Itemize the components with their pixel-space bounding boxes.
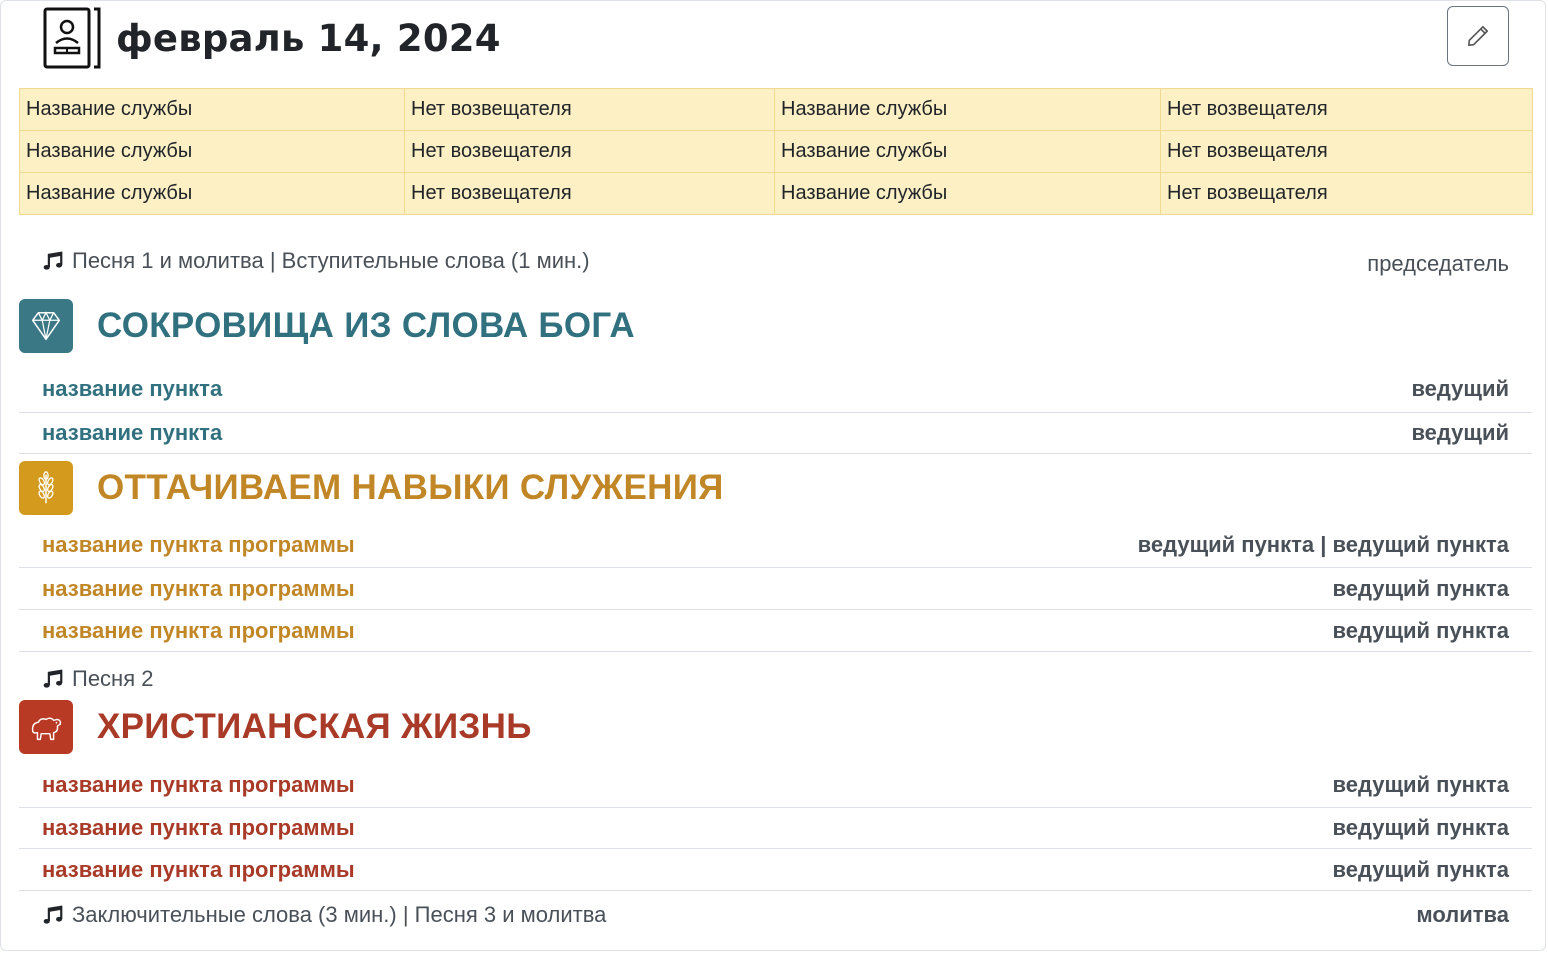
item-name: название пункта программы xyxy=(42,617,355,643)
diamond-icon xyxy=(31,311,61,341)
program-item: название пункта программы ведущий пункта xyxy=(19,568,1532,610)
item-name: название пункта программы xyxy=(42,771,355,797)
bible-reader-icon xyxy=(43,7,101,69)
item-name: название пункта программы xyxy=(42,856,355,882)
section-title: ХРИСТИАНСКАЯ ЖИЗНЬ xyxy=(97,707,532,746)
item-name: название пункта программы xyxy=(42,575,355,601)
table-row: Название службы Нет возвещателя Название… xyxy=(19,130,1533,173)
item-assignee: ведущий xyxy=(1411,376,1509,401)
edit-button[interactable] xyxy=(1447,6,1509,66)
item-assignee: ведущий пункта xyxy=(1332,575,1510,601)
opening-row: Песня 1 и молитва | Вступительные слова … xyxy=(19,240,1532,282)
program-item: название пункта программы ведущий пункта xyxy=(19,849,1532,891)
program-item: название пункта ведущий xyxy=(19,413,1532,454)
program-item: название пункта программы ведущий пункта xyxy=(19,762,1532,808)
item-name: название пункта программы xyxy=(42,815,355,840)
closing-text: Заключительные слова (3 мин.) | Песня 3 … xyxy=(72,902,607,927)
item-assignee: ведущий пункта | ведущий пункта xyxy=(1137,531,1509,557)
table-row: Название службы Нет возвещателя Название… xyxy=(19,172,1533,215)
table-cell: Нет возвещателя xyxy=(404,130,775,173)
table-cell: Нет возвещателя xyxy=(404,172,775,215)
section-title: СОКРОВИЩА ИЗ СЛОВА БОГА xyxy=(97,306,635,345)
table-cell: Название службы xyxy=(19,172,405,215)
table-cell: Название службы xyxy=(774,88,1161,131)
header: февраль 14, 2024 xyxy=(42,6,501,70)
duty-table: Название службы Нет возвещателя Название… xyxy=(19,88,1533,215)
middle-song-row: Песня 2 xyxy=(19,660,1532,698)
section-christian-life: ХРИСТИАНСКАЯ ЖИЗНЬ xyxy=(19,699,532,755)
music-note-icon xyxy=(43,251,63,270)
table-cell: Нет возвещателя xyxy=(404,88,775,131)
program-item: название пункта программы ведущий пункта xyxy=(19,610,1532,652)
table-cell: Нет возвещателя xyxy=(1160,88,1533,131)
table-cell: Нет возвещателя xyxy=(1160,130,1533,173)
section-icon-box xyxy=(19,299,73,353)
middle-song-text: Песня 2 xyxy=(72,666,154,691)
music-note-icon xyxy=(43,669,63,688)
item-assignee: ведущий пункта xyxy=(1332,856,1510,882)
program-item: название пункта ведущий xyxy=(19,366,1532,413)
table-cell: Название службы xyxy=(19,88,405,131)
table-cell: Нет возвещателя xyxy=(1160,172,1533,215)
opening-text: Песня 1 и молитва | Вступительные слова … xyxy=(72,248,590,273)
section-treasures: СОКРОВИЩА ИЗ СЛОВА БОГА xyxy=(19,298,635,354)
table-cell: Название службы xyxy=(774,172,1161,215)
page-title: февраль 14, 2024 xyxy=(116,16,501,60)
section-ministry: ОТТАЧИВАЕМ НАВЫКИ СЛУЖЕНИЯ xyxy=(19,460,724,516)
section-title: ОТТАЧИВАЕМ НАВЫКИ СЛУЖЕНИЯ xyxy=(97,468,724,507)
section-icon-box xyxy=(19,700,73,754)
program-item: название пункта программы ведущий пункта xyxy=(19,808,1532,849)
item-name: название пункта программы xyxy=(42,531,355,557)
item-name: название пункта xyxy=(42,376,223,401)
item-assignee: ведущий пункта xyxy=(1332,771,1510,797)
closing-row: Заключительные слова (3 мин.) | Песня 3 … xyxy=(19,895,1532,935)
wheat-icon xyxy=(38,471,54,504)
item-assignee: ведущий xyxy=(1411,420,1509,445)
item-assignee: ведущий пункта xyxy=(1332,815,1510,840)
closing-assignee: молитва xyxy=(1416,902,1509,927)
pencil-icon xyxy=(1467,25,1489,47)
table-cell: Название службы xyxy=(19,130,405,173)
item-name: название пункта xyxy=(42,420,223,445)
program-item: название пункта программы ведущий пункта… xyxy=(19,522,1532,568)
item-assignee: ведущий пункта xyxy=(1332,617,1510,643)
table-row: Название службы Нет возвещателя Название… xyxy=(19,88,1533,131)
opening-assignee: председатель xyxy=(1367,251,1509,276)
section-icon-box xyxy=(19,461,73,515)
sheep-icon xyxy=(31,717,62,741)
table-cell: Название службы xyxy=(774,130,1161,173)
music-note-icon xyxy=(43,905,63,924)
